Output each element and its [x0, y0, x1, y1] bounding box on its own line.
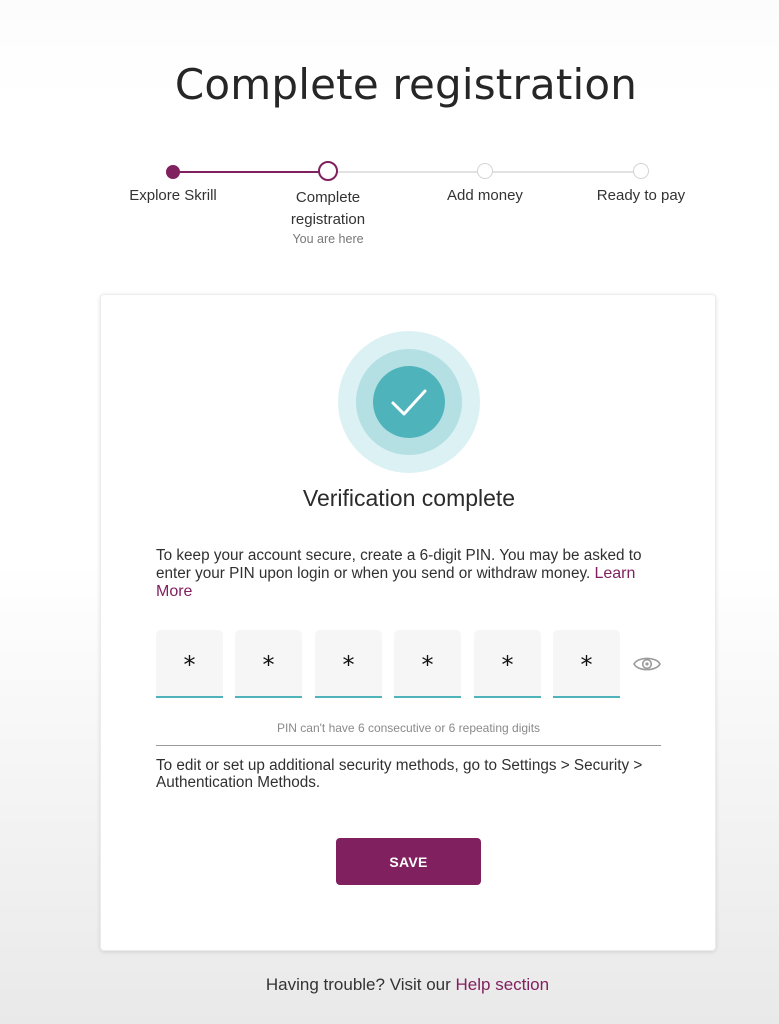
pin-input-group: * * * * * * — [156, 630, 676, 698]
pin-instructions-text: To keep your account secure, create a 6-… — [156, 547, 642, 582]
step-add-money: Add money — [410, 160, 560, 207]
pin-digit-6[interactable]: * — [553, 630, 620, 698]
step-label: Add money — [447, 187, 523, 204]
checkmark-icon — [391, 389, 427, 416]
step-explore-skrill: Explore Skrill — [98, 160, 248, 207]
pin-digit-4[interactable]: * — [394, 630, 461, 698]
pin-digit-3[interactable]: * — [315, 630, 382, 698]
help-footer: Having trouble? Visit our Help section — [0, 975, 779, 995]
step-label: Explore Skrill — [129, 187, 217, 204]
step-pending-dot — [633, 163, 649, 179]
page-title: Complete registration — [174, 60, 638, 109]
pin-hint: PIN can't have 6 consecutive or 6 repeat… — [276, 721, 541, 735]
pin-instructions: To keep your account secure, create a 6-… — [156, 547, 661, 601]
verification-title: Verification complete — [302, 485, 516, 511]
pin-digit-2[interactable]: * — [235, 630, 302, 698]
security-note: To edit or set up additional security me… — [156, 757, 643, 791]
save-button[interactable]: SAVE — [336, 838, 481, 885]
step-label: Complete registration — [290, 189, 366, 228]
divider — [156, 745, 661, 746]
help-text: Having trouble? Visit our — [265, 975, 451, 994]
check-circle-icon — [338, 331, 480, 473]
step-pending-dot — [477, 163, 493, 179]
pin-digit-5[interactable]: * — [474, 630, 541, 698]
step-complete-registration: Complete registration You are here — [263, 160, 393, 247]
pin-digit-1[interactable]: * — [156, 630, 223, 698]
step-ready-to-pay: Ready to pay — [566, 160, 716, 207]
step-done-dot — [166, 165, 180, 179]
progress-stepper: Explore Skrill Complete registration You… — [0, 160, 779, 255]
help-section-link[interactable]: Help section — [456, 975, 550, 994]
eye-icon[interactable] — [632, 653, 662, 675]
step-label: Ready to pay — [596, 187, 686, 204]
step-current-dot — [318, 161, 338, 181]
verification-card: Verification complete To keep your accou… — [100, 294, 716, 951]
step-current-indicator: You are here — [292, 232, 364, 246]
